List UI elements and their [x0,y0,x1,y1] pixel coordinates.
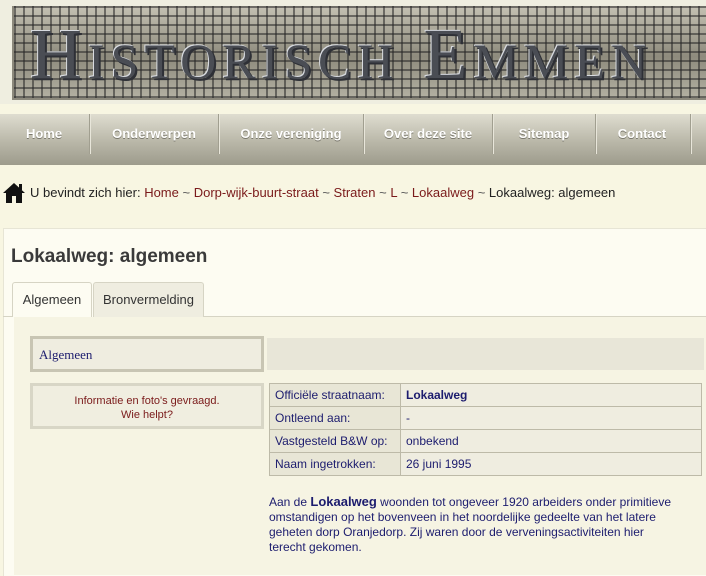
breadcrumb-separator: ~ [322,185,330,200]
breadcrumb: U bevindt zich hier: Home ~ Dorp-wijk-bu… [0,180,706,206]
street-facts-table: Officiële straatnaam: Lokaalweg Ontleend… [269,383,702,476]
breadcrumb-separator: ~ [182,185,191,200]
nav-onze-vereniging[interactable]: Onze vereniging [220,114,362,154]
table-row: Naam ingetrokken: 26 juni 1995 [269,452,702,476]
main-nav: Home Onderwerpen Onze vereniging Over de… [0,114,706,165]
page-title: Lokaalweg: algemeen [11,246,208,267]
section-header-box: Algemeen [30,336,264,372]
site-banner: Historisch Emmen [0,0,706,104]
section-title: Algemeen [39,347,93,362]
fact-key: Ontleend aan: [269,406,401,430]
breadcrumb-link-l[interactable]: L [390,185,397,200]
tab-algemeen[interactable]: Algemeen [12,282,92,317]
breadcrumb-link-lokaalweg[interactable]: Lokaalweg [412,185,474,200]
table-row: Ontleend aan: - [269,406,702,430]
table-row: Vastgesteld B&W op: onbekend [269,429,702,453]
fact-key: Officiële straatnaam: [269,383,401,407]
nav-over-deze-site[interactable]: Over deze site [365,114,491,154]
fact-value: Lokaalweg [400,383,702,407]
breadcrumb-link-dorp-wijk-buurt-straat[interactable]: Dorp-wijk-buurt-straat [194,185,319,200]
description-before: Aan de [269,495,311,509]
breadcrumb-separator: ~ [477,185,486,200]
breadcrumb-separator: ~ [400,185,409,200]
nav-onderwerpen[interactable]: Onderwerpen [91,114,217,154]
nav-contact[interactable]: Contact [597,114,687,154]
nav-divider [690,114,692,154]
section-header-bar [267,338,704,370]
breadcrumb-prefix: U bevindt zich hier: [30,185,141,200]
banner-title: Historisch Emmen [30,14,654,94]
table-row: Officiële straatnaam: Lokaalweg [269,383,702,407]
fact-key: Naam ingetrokken: [269,452,401,476]
fact-value: - [400,406,702,430]
info-request-line2: Wie helpt? [121,409,173,421]
street-description: Aan de Lokaalweg woonden tot ongeveer 19… [269,494,679,555]
info-request-line1: Informatie en foto's gevraagd. [74,395,220,407]
fact-value: 26 juni 1995 [400,452,702,476]
info-request-box: Informatie en foto's gevraagd. Wie helpt… [30,383,264,429]
home-icon[interactable] [2,181,26,205]
breadcrumb-current: Lokaalweg: algemeen [488,185,616,200]
tab-bronvermelding[interactable]: Bronvermelding [93,282,204,317]
fact-key: Vastgesteld B&W op: [269,429,401,453]
breadcrumb-separator: ~ [379,185,387,200]
tab-divider-line [3,316,12,317]
banner-mosaic: Historisch Emmen [12,6,706,100]
breadcrumb-link-home[interactable]: Home [144,185,179,200]
description-street-name: Lokaalweg [310,494,377,509]
nav-sitemap[interactable]: Sitemap [494,114,594,154]
breadcrumb-link-straten[interactable]: Straten [334,185,376,200]
fact-value: onbekend [400,429,702,453]
nav-home[interactable]: Home [0,114,88,154]
